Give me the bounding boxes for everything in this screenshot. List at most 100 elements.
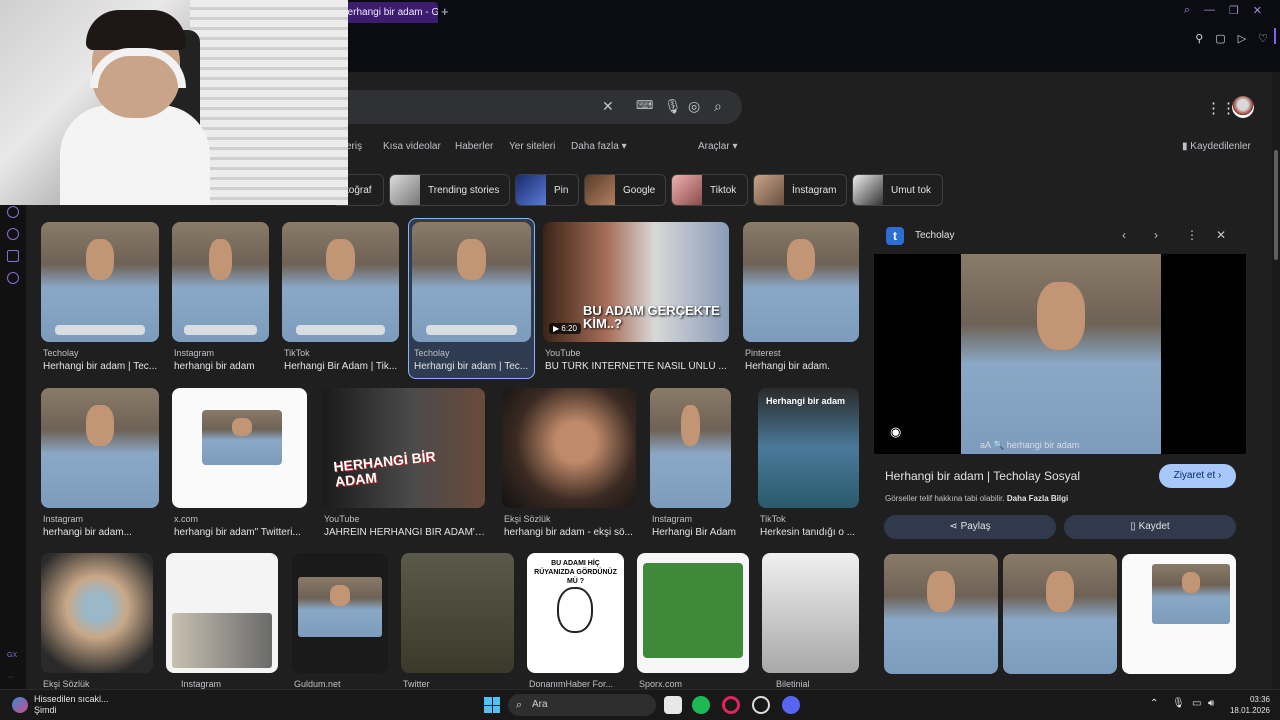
spotify-icon[interactable] (692, 696, 710, 714)
settings-icon[interactable] (7, 272, 19, 284)
play-icon[interactable]: ▷ (1238, 32, 1246, 45)
microphone-icon[interactable]: 🎙︎ (1172, 698, 1185, 709)
save-button[interactable]: ▯ Kaydet (1064, 515, 1236, 539)
keyboard-icon[interactable]: ⌨ (636, 98, 653, 112)
more-info-link[interactable]: Daha Fazla Bilgi (1007, 494, 1068, 503)
tab-more[interactable]: Daha fazla ▾ (571, 141, 627, 152)
clock[interactable]: 03:36 18.01.2026 (1230, 694, 1270, 716)
history-icon[interactable] (7, 228, 19, 240)
heart-icon[interactable]: ♡ (1258, 32, 1268, 45)
chip-tiktok[interactable]: Tiktok (671, 174, 748, 206)
chip-google[interactable]: Google (584, 174, 666, 206)
tab-short-videos[interactable]: Kısa videolar (383, 141, 441, 152)
pin-icon[interactable]: ⚲ (1195, 32, 1203, 45)
snapshot-icon[interactable]: ▢ (1215, 32, 1225, 45)
image-result[interactable]: Pinterest Herhangi bir adam. (743, 222, 859, 372)
result-thumbnail[interactable] (650, 388, 731, 508)
result-title[interactable]: Herhangi Bir Adam (652, 527, 742, 538)
mic-icon[interactable]: 🎙︎ (664, 98, 682, 115)
clear-icon[interactable]: ✕ (602, 98, 614, 115)
result-thumbnail[interactable] (166, 553, 278, 673)
search-icon[interactable]: ⌕ (1184, 4, 1190, 17)
image-result[interactable]: TikTok Herhangi Bir Adam | Tik... (282, 222, 399, 372)
avatar[interactable] (1232, 96, 1254, 118)
steam-icon[interactable] (752, 696, 770, 714)
volume-icon[interactable]: 🔊︎ (1208, 698, 1214, 709)
related-image[interactable] (1122, 554, 1236, 674)
opera-gx-icon[interactable] (722, 696, 740, 714)
result-thumbnail[interactable] (41, 388, 159, 508)
result-title[interactable]: JAHREİN HERHANGİ BİR ADAM'I ... (324, 527, 486, 538)
chip-pin[interactable]: Pin (515, 174, 579, 206)
search-submit-icon[interactable]: ⌕ (714, 98, 722, 115)
tab-google-search[interactable]: herhangi bir adam - Google (336, 2, 438, 23)
result-thumbnail[interactable] (292, 553, 388, 673)
result-thumbnail[interactable] (412, 222, 531, 342)
search-input[interactable]: ✕ ⌨ 🎙︎ ◎ ⌕ (340, 90, 742, 124)
result-title[interactable]: Herhangi bir adam. (745, 361, 860, 372)
result-title[interactable]: BU TÜRK İNTERNETTE NASIL ÜNLÜ ... (545, 361, 729, 372)
prev-arrow-icon[interactable]: ‹ (1122, 228, 1126, 242)
tab-news[interactable]: Haberler (455, 141, 493, 152)
result-title[interactable]: Herhangi Bir Adam | Tik... (284, 361, 399, 372)
result-title[interactable]: herhangi bir adam" Twitteri... (174, 527, 308, 538)
result-thumbnail[interactable] (762, 553, 859, 673)
chip-instagram[interactable]: İnstagram (753, 174, 847, 206)
result-thumbnail[interactable] (41, 222, 159, 342)
result-thumbnail[interactable] (172, 388, 307, 508)
windows-start-icon[interactable] (484, 697, 500, 713)
result-title[interactable]: Herhangi bir adam | Tec... (43, 361, 161, 372)
share-button[interactable]: ⋖ Paylaş (884, 515, 1056, 539)
result-title[interactable]: Herkesin tanıdığı o ... (760, 527, 860, 538)
file-explorer-icon[interactable] (664, 696, 682, 714)
result-title[interactable]: herhangi bir adam (174, 361, 274, 372)
result-thumbnail[interactable]: Herhangi bir adam (758, 388, 859, 508)
lens-search-icon[interactable]: ◉ (890, 424, 901, 440)
result-thumbnail[interactable] (401, 553, 514, 673)
image-result-selected[interactable]: Techolay Herhangi bir adam | Tec... (412, 222, 531, 372)
close-icon[interactable]: ✕ (1253, 4, 1262, 17)
image-result[interactable]: Instagram Herhangi Bir Adam (650, 388, 736, 538)
chip-umut-tok[interactable]: Umut tok (852, 174, 943, 206)
more-options-icon[interactable]: ⋮ (1186, 228, 1198, 242)
result-thumbnail[interactable] (637, 553, 749, 673)
tray-chevron-icon[interactable]: ⌃ (1150, 698, 1158, 709)
extensions-icon[interactable] (7, 250, 19, 262)
result-thumbnail[interactable]: HERHANGİ BİR ADAM (322, 388, 485, 508)
result-thumbnail[interactable]: BU ADAM GERÇEKTE KİM..? ▶ 6:20 (543, 222, 729, 342)
panel-title[interactable]: Herhangi bir adam | Techolay Sosyal (885, 469, 1080, 483)
result-thumbnail[interactable]: BU ADAMI HİÇ RÜYANIZDA GÖRDÜNÜZ MÜ ? (527, 553, 624, 673)
scroll-thumb[interactable] (1274, 150, 1278, 260)
weather-widget[interactable]: Hissedilen sıcakl... Şimdi (34, 694, 109, 716)
result-title[interactable]: Herhangi bir adam | Tec... (414, 361, 532, 372)
result-thumbnail[interactable] (282, 222, 399, 342)
preview-image[interactable]: aA 🔍 herhangi bir adam ◉ (874, 254, 1246, 454)
visit-button[interactable]: Ziyaret et › (1159, 464, 1236, 488)
maximize-icon[interactable]: ❐ (1229, 4, 1239, 17)
result-title[interactable]: herhangi bir adam - ekşi sö... (504, 527, 634, 538)
image-result[interactable]: Instagram herhangi bir adam... (41, 388, 159, 538)
close-panel-icon[interactable]: ✕ (1216, 228, 1226, 242)
result-title[interactable]: herhangi bir adam... (43, 527, 161, 538)
related-image[interactable] (1003, 554, 1117, 674)
minimize-icon[interactable]: — (1204, 4, 1215, 17)
network-icon[interactable]: ▭ (1192, 698, 1201, 709)
result-thumbnail[interactable] (172, 222, 269, 342)
page-scrollbar[interactable] (1272, 72, 1280, 689)
image-result[interactable]: Techolay Herhangi bir adam | Tec... (41, 222, 159, 372)
result-thumbnail[interactable] (502, 388, 636, 508)
tab-images-partial[interactable]: eriş (346, 141, 362, 152)
saved-link[interactable]: ▮ Kaydedilenler (1182, 141, 1251, 152)
related-image[interactable] (884, 554, 998, 674)
result-thumbnail[interactable] (41, 553, 153, 673)
tab-sites[interactable]: Yer siteleri (509, 141, 555, 152)
tools-button[interactable]: Araçlar ▾ (698, 141, 737, 152)
taskbar-search[interactable]: ⌕ Ara (508, 694, 656, 716)
result-thumbnail[interactable] (743, 222, 859, 342)
player-icon[interactable] (7, 206, 19, 218)
weather-icon[interactable] (12, 697, 28, 713)
new-tab-button[interactable]: + (441, 4, 449, 19)
next-arrow-icon[interactable]: › (1154, 228, 1158, 242)
discord-icon[interactable] (782, 696, 800, 714)
more-icon[interactable]: ··· (7, 674, 14, 681)
